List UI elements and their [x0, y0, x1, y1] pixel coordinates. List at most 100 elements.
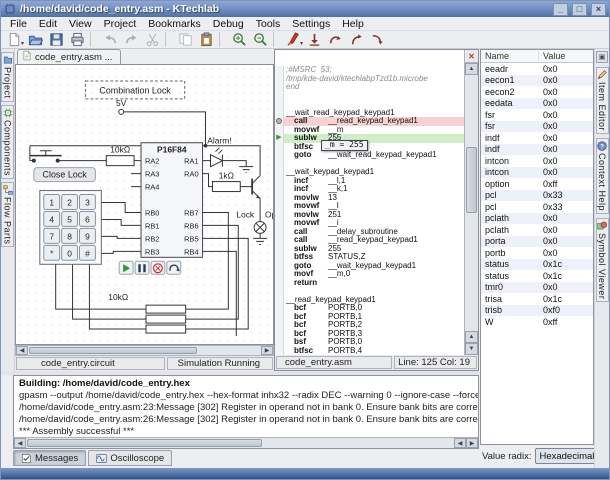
keypad-key[interactable]: 1 — [44, 195, 60, 210]
dock-detach-button[interactable]: ▣ — [596, 51, 608, 63]
menu-help[interactable]: Help — [337, 18, 369, 30]
lock-meter[interactable] — [254, 221, 266, 233]
scroll-up-icon[interactable]: ▲ — [465, 331, 478, 343]
code-line[interactable] — [275, 160, 464, 169]
register-row[interactable]: pcl0x33 — [481, 190, 593, 202]
register-row[interactable]: pclath0x0 — [481, 224, 593, 236]
close-lock-button[interactable]: Close Lock — [34, 168, 96, 182]
code-line[interactable]: bcfPORTB,3 — [275, 330, 464, 339]
keypad-key[interactable]: 4 — [44, 211, 60, 226]
code-line[interactable]: end — [275, 83, 464, 92]
resistor-1k[interactable]: 1kΩ — [212, 171, 240, 192]
push-switch[interactable] — [30, 151, 62, 162]
cut-button[interactable] — [142, 31, 162, 48]
code-line[interactable]: goto__wait_keypad_keypad1 — [275, 262, 464, 271]
menu-tools[interactable]: Tools — [251, 18, 286, 30]
code-line[interactable]: movlw13 — [275, 194, 464, 203]
menu-bookmarks[interactable]: Bookmarks — [143, 18, 206, 30]
register-row[interactable]: pcl0x33 — [481, 201, 593, 213]
copy-button[interactable] — [175, 31, 195, 48]
code-line[interactable]: ▶sublw255 — [275, 134, 464, 143]
scroll-up-icon[interactable]: ▲ — [465, 63, 478, 75]
keypad-key[interactable]: 5 — [62, 211, 78, 226]
code-line[interactable]: bcfPORTB,1 — [275, 313, 464, 322]
undo-button[interactable] — [100, 31, 120, 48]
keypad-key[interactable]: # — [80, 245, 96, 260]
sim-stop-button[interactable] — [151, 261, 165, 274]
scroll-left-icon[interactable]: ◀ — [14, 438, 26, 448]
code-line[interactable]: movwf__l — [275, 202, 464, 211]
scroll-left-icon[interactable]: ◀ — [454, 438, 466, 448]
register-row[interactable]: status0x1c — [481, 270, 593, 282]
code-line[interactable]: return — [275, 279, 464, 288]
menu-view[interactable]: View — [64, 18, 97, 30]
step-over-button[interactable] — [325, 31, 345, 48]
breakpoint-icon[interactable] — [276, 118, 282, 124]
scrollbar-trough[interactable] — [26, 438, 454, 448]
code-line[interactable]: call__delay_subroutine — [275, 228, 464, 237]
save-file-button[interactable] — [46, 31, 66, 48]
register-row[interactable]: pclath0x0 — [481, 213, 593, 225]
menu-edit[interactable]: Edit — [34, 18, 62, 30]
code-line[interactable]: bsfPORTB,0 — [275, 338, 464, 347]
register-row[interactable]: W0xff — [481, 316, 593, 328]
step-button[interactable] — [304, 31, 324, 48]
sim-pause-button[interactable] — [135, 261, 149, 274]
register-row[interactable]: indf0x0 — [481, 144, 593, 156]
close-view-icon[interactable]: ✕ — [465, 50, 478, 63]
register-row[interactable]: intcon0x0 — [481, 155, 593, 167]
code-line[interactable]: goto__wait_read_keypad_keypad1 — [275, 151, 464, 160]
keypad-key[interactable]: 2 — [62, 195, 78, 210]
step-out-button[interactable] — [346, 31, 366, 48]
right-dock-tab-item-editor[interactable]: Item Editor — [596, 67, 609, 134]
register-row[interactable]: eecon10x0 — [481, 75, 593, 87]
register-row[interactable]: eecon20x0 — [481, 86, 593, 98]
code-line[interactable]: __wait_keypad_keypad1 — [275, 168, 464, 177]
maximize-button[interactable]: □ — [572, 3, 587, 16]
menu-file[interactable]: File — [5, 18, 32, 30]
menu-project[interactable]: Project — [99, 18, 142, 30]
register-row[interactable]: porta0x0 — [481, 236, 593, 248]
resistor-bank-10k[interactable]: 10kΩ — [108, 292, 185, 333]
step-into-button[interactable] — [367, 31, 387, 48]
code-vscrollbar[interactable]: ✕ ▲ ▲ ▼ — [464, 50, 478, 355]
messages-hscrollbar[interactable]: ◀ ◀ ▶ — [14, 437, 478, 448]
build-output[interactable]: Building: /home/david/code_entry.hex gpa… — [14, 376, 478, 437]
register-row[interactable]: tmr00x0 — [481, 282, 593, 294]
pic-chip[interactable]: P16F84 RA2 RA3 RA4 RB0 RB1 RB2 RB3 RA1 — [141, 143, 203, 258]
register-row[interactable]: eeadr0x0 — [481, 63, 593, 75]
open-file-button[interactable] — [25, 31, 45, 48]
menu-debug[interactable]: Debug — [208, 18, 249, 30]
new-file-button[interactable]: ▾ — [4, 31, 24, 48]
circuit-hscrollbar[interactable]: ◀ ▶ — [15, 345, 274, 356]
scrollbar-thumb[interactable] — [29, 347, 197, 354]
right-dock-tab-context-help[interactable]: ?Context Help — [596, 138, 609, 214]
register-row[interactable]: fsr0x0 — [481, 109, 593, 121]
menu-settings[interactable]: Settings — [287, 18, 335, 30]
code-line[interactable]: ;#MSRC 53; — [275, 66, 464, 75]
code-line[interactable]: movwf__m — [275, 126, 464, 135]
keypad-key[interactable]: 9 — [80, 228, 96, 243]
asm-editor[interactable]: ;#MSRC 53;/tmp/kde-david/ktechlabpTzd1b.… — [275, 50, 464, 355]
register-row[interactable]: portb0x0 — [481, 247, 593, 259]
keypad-key[interactable]: * — [44, 245, 60, 260]
code-line[interactable]: call__read_keypad_keypad1 — [275, 236, 464, 245]
code-line[interactable]: __read_keypad_keypad1 — [275, 296, 464, 305]
code-line[interactable]: bcfPORTB,2 — [275, 321, 464, 330]
register-row[interactable]: indf0x0 — [481, 132, 593, 144]
register-row[interactable]: option0xff — [481, 178, 593, 190]
keypad-key[interactable]: 7 — [44, 228, 60, 243]
print-button[interactable] — [67, 31, 87, 48]
left-dock-tab-components[interactable]: Components — [1, 105, 14, 179]
code-line[interactable]: call__read_keypad_keypad1 — [275, 117, 464, 126]
redo-button[interactable] — [121, 31, 141, 48]
code-line[interactable]: btfssSTATUS,Z — [275, 253, 464, 262]
code-line[interactable] — [275, 287, 464, 296]
code-line[interactable]: btfscSTATUS,Z_m = 255 — [275, 143, 464, 152]
circuit-canvas[interactable]: 5V Close Lock — [15, 64, 274, 345]
keypad-key[interactable]: 0 — [62, 245, 78, 260]
code-line[interactable]: movlw251 — [275, 211, 464, 220]
zoom-out-button[interactable] — [250, 31, 270, 48]
keypad-key[interactable]: 8 — [62, 228, 78, 243]
tab-oscilloscope[interactable]: Oscilloscope — [88, 450, 172, 466]
